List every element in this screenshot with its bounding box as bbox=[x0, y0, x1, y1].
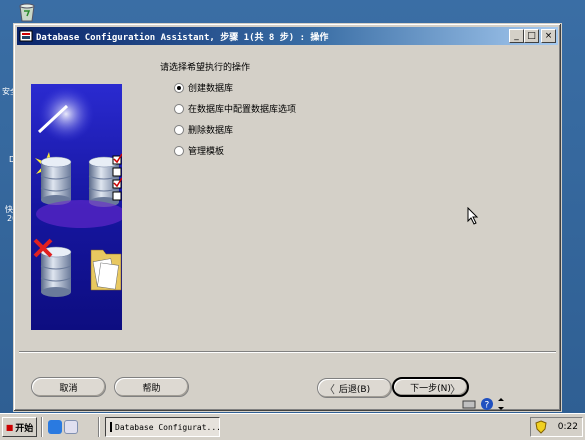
clock[interactable]: 0:22 bbox=[558, 422, 578, 432]
app-icon bbox=[19, 30, 33, 42]
radio-manage-templates[interactable] bbox=[174, 145, 184, 156]
option-create-database[interactable]: 创建数据库 bbox=[174, 81, 233, 94]
title-bar[interactable]: Database Configuration Assistant, 步骤 1(共… bbox=[17, 27, 558, 45]
taskbar-item-label: Database Configurat... bbox=[115, 422, 220, 432]
maximize-button[interactable]: □ bbox=[524, 29, 539, 43]
minimize-button[interactable]: _ bbox=[509, 29, 524, 43]
chevron-left-icon: 〈 bbox=[324, 383, 335, 396]
help-icon[interactable]: ? bbox=[480, 397, 494, 411]
keyboard-icon[interactable] bbox=[462, 398, 476, 410]
chevron-right-icon: 〉 bbox=[450, 383, 461, 396]
option-label: 删除数据库 bbox=[188, 126, 234, 136]
back-label: 后退(B) bbox=[338, 384, 371, 395]
option-manage-templates[interactable]: 管理模板 bbox=[174, 144, 224, 157]
language-bar[interactable]: ? bbox=[462, 397, 504, 411]
option-label: 在数据库中配置数据库选项 bbox=[188, 105, 297, 115]
next-label: 下一步(N) bbox=[410, 383, 451, 394]
radio-delete-database[interactable] bbox=[174, 124, 184, 135]
back-button[interactable]: 〈 后退(B) bbox=[317, 378, 392, 398]
taskbar-separator bbox=[98, 417, 100, 437]
options-arrow-icon[interactable] bbox=[498, 398, 504, 410]
taskbar: ■ 开始 Database Configurat... 0:22 bbox=[0, 413, 585, 440]
taskbar-separator bbox=[41, 417, 43, 437]
security-shield-icon[interactable] bbox=[535, 420, 547, 434]
cancel-button[interactable]: 取消 bbox=[31, 377, 106, 397]
database-illustration-icon bbox=[31, 84, 122, 330]
dbca-window: Database Configuration Assistant, 步骤 1(共… bbox=[13, 23, 562, 412]
show-desktop-icon[interactable] bbox=[64, 420, 78, 434]
wizard-illustration bbox=[31, 84, 122, 330]
radio-configure-database[interactable] bbox=[174, 103, 184, 114]
start-button[interactable]: ■ 开始 bbox=[2, 417, 37, 437]
windows-logo-icon: ■ bbox=[5, 422, 14, 432]
radio-create-database[interactable] bbox=[174, 82, 184, 93]
svg-text:?: ? bbox=[485, 401, 490, 411]
next-button[interactable]: 下一步(N) 〉 bbox=[392, 377, 469, 397]
option-delete-database[interactable]: 删除数据库 bbox=[174, 123, 233, 136]
operation-prompt: 请选择希望执行的操作 bbox=[160, 63, 251, 73]
separator bbox=[19, 351, 556, 353]
recycle-bin-icon[interactable] bbox=[16, 2, 38, 22]
app-icon bbox=[110, 422, 112, 432]
window-title: Database Configuration Assistant, 步骤 1(共… bbox=[36, 32, 329, 43]
taskbar-item-dbca[interactable]: Database Configurat... bbox=[105, 417, 220, 437]
close-button[interactable]: × bbox=[541, 29, 556, 43]
option-label: 管理模板 bbox=[188, 147, 225, 157]
system-tray: 0:22 bbox=[530, 417, 583, 437]
help-button[interactable]: 帮助 bbox=[114, 377, 189, 397]
option-label: 创建数据库 bbox=[188, 84, 234, 94]
internet-explorer-icon[interactable] bbox=[48, 420, 62, 434]
start-label: 开始 bbox=[15, 423, 34, 434]
mouse-cursor-icon bbox=[467, 207, 479, 225]
option-configure-database[interactable]: 在数据库中配置数据库选项 bbox=[174, 102, 296, 115]
